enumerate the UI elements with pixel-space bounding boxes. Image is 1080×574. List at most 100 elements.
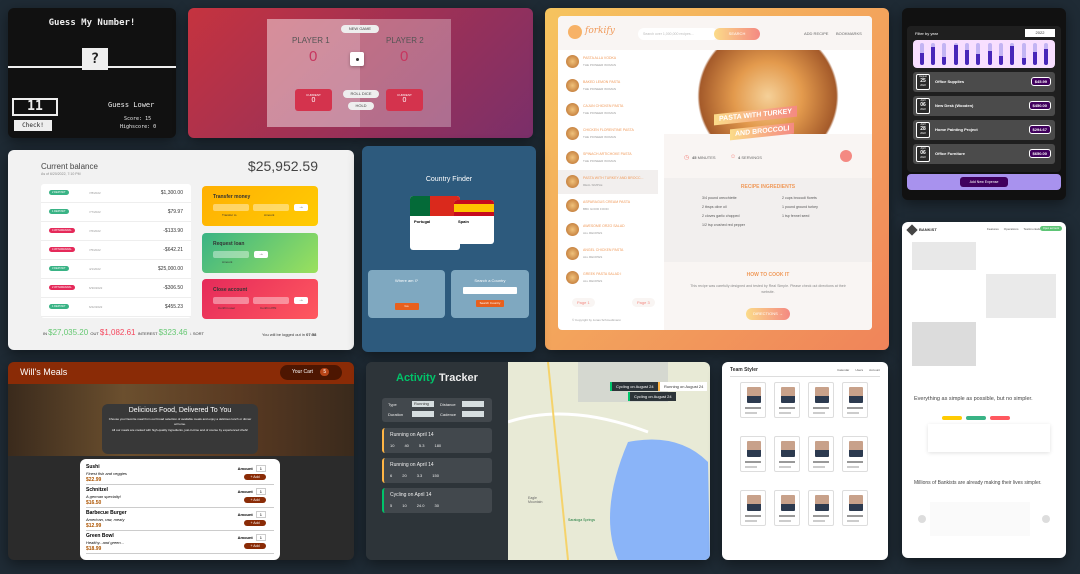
movement-date: 4/1/2022 (89, 267, 101, 271)
workout-card[interactable]: Running on April 14 10 40 5.3 180 (382, 428, 492, 453)
add-button[interactable]: + Add (244, 543, 266, 549)
member-card[interactable] (842, 436, 868, 472)
hero-summary: Delicious Food, Delivered To You Choose … (102, 404, 258, 454)
member-card[interactable] (774, 490, 800, 526)
roll-dice-button[interactable]: ROLL DICE (343, 90, 379, 98)
team-grid (740, 382, 870, 544)
year-select[interactable]: 2022 (1025, 29, 1055, 37)
transfer-button[interactable]: → (294, 204, 308, 211)
nav-link[interactable]: Testimonials (1023, 227, 1040, 231)
member-card[interactable] (808, 490, 834, 526)
member-card[interactable] (740, 382, 766, 418)
member-name-line (745, 461, 761, 463)
distance-input[interactable] (462, 401, 484, 407)
nav-link[interactable]: Operations (1004, 227, 1019, 231)
workout-stat-km: 5 (390, 503, 393, 508)
workout-stats: 6 20 3.3 150 (390, 473, 439, 478)
slider-left-icon[interactable] (918, 515, 926, 523)
member-card[interactable] (808, 436, 834, 472)
slider-right-icon[interactable] (1042, 515, 1050, 523)
expenses-panel: Filter by year 2022 August 25 2022 Office S… (907, 26, 1061, 172)
workout-stat-km: 10 (390, 443, 395, 448)
member-card[interactable] (774, 382, 800, 418)
member-card[interactable] (740, 436, 766, 472)
result-item[interactable]: PASTA ALLA VODKA THE PIONEER WOMAN (558, 50, 658, 74)
result-item[interactable]: ANGEL CHICKEN PASTA ALL RECIPES (558, 242, 658, 266)
result-item[interactable]: SPINACH ARTICHOKE PASTA THE PIONEER WOMAN (558, 146, 658, 170)
add-recipe-button[interactable]: ADD RECIPE (804, 31, 828, 36)
amount-input[interactable]: 1 (255, 534, 266, 541)
close-user-input[interactable] (213, 297, 249, 304)
team-nav-link[interactable]: Users (855, 368, 863, 372)
result-publisher: BBC GOOD FOOD (583, 207, 609, 211)
road (507, 412, 649, 434)
search-country-button[interactable]: Search Country (476, 300, 504, 307)
open-account-button[interactable]: Open account (1039, 226, 1062, 231)
result-publisher: ALL RECIPES (583, 279, 603, 283)
loan-button[interactable]: → (254, 251, 268, 258)
amount-input[interactable]: 1 (255, 511, 266, 518)
result-item[interactable]: PASTA WITH TURKEY AND BROCC... REAL SIMPL… (558, 170, 658, 194)
member-card[interactable] (740, 490, 766, 526)
new-game-button[interactable]: NEW GAME (341, 25, 379, 33)
loan-amount-input[interactable] (213, 251, 249, 258)
country-input[interactable] (463, 287, 517, 294)
page-prev-button[interactable]: Page 1 (572, 298, 595, 307)
member-card[interactable] (774, 436, 800, 472)
member-name-line (745, 407, 761, 409)
transfer-amount-input[interactable] (253, 204, 289, 211)
balance-label: Current balance (41, 162, 98, 171)
close-pin-input[interactable] (253, 297, 289, 304)
result-item[interactable]: CHICKEN FLORENTINE PASTA THE PIONEER WOMA… (558, 122, 658, 146)
search-button[interactable]: SEARCH (714, 28, 760, 40)
member-card[interactable] (842, 382, 868, 418)
type-select[interactable]: Running (412, 401, 434, 407)
add-button[interactable]: + Add (244, 520, 266, 526)
date-year: 2022 (920, 132, 926, 135)
check-button[interactable]: Check! (14, 120, 52, 131)
workout-card[interactable]: Cycling on April 14 5 10 24.0 30 (382, 488, 492, 513)
logout-timer: You will be logged out in 07:58 (262, 332, 316, 337)
team-nav-link[interactable]: Calendar (837, 368, 849, 372)
add-expense-button[interactable]: Add New Expense (960, 177, 1008, 187)
member-card[interactable] (842, 490, 868, 526)
result-item[interactable]: BAKED LEMON PASTA THE PIONEER WOMAN (558, 74, 658, 98)
search-input[interactable]: Search over 1,000,000 recipes... (638, 28, 718, 40)
workout-card[interactable]: Running on April 14 6 20 3.3 150 (382, 458, 492, 483)
page-next-button[interactable]: Page 3 (632, 298, 655, 307)
cart-button[interactable]: Your Cart 5 (280, 365, 342, 380)
member-card[interactable] (808, 382, 834, 418)
cadence-input[interactable] (462, 411, 484, 417)
team-nav-link[interactable]: Account (869, 368, 880, 372)
directions-button[interactable]: DIRECTIONS → (746, 308, 790, 320)
nav-link[interactable]: Features (987, 227, 999, 231)
transfer-to-input[interactable] (213, 204, 249, 211)
hold-button[interactable]: HOLD (348, 102, 374, 110)
amount-input[interactable]: 1 (255, 465, 266, 472)
workout-stat-spm: 180 (434, 443, 442, 448)
map[interactable]: Cycling on August 24 Running on August 2… (507, 362, 710, 560)
duration-input[interactable] (412, 411, 434, 417)
tab-1[interactable] (942, 416, 962, 420)
team-section (740, 382, 870, 418)
tab-3[interactable] (990, 416, 1010, 420)
where-button[interactable]: Go (394, 303, 419, 310)
member-name-line (779, 461, 795, 463)
bookmarks-button[interactable]: BOOKMARKS (836, 31, 862, 36)
meal-item: Sushi Finest fish and veggies $22.99 Amount… (86, 462, 274, 485)
meals-title: Will's Meals (20, 367, 68, 377)
amount-input[interactable]: 1 (255, 488, 266, 495)
result-item[interactable]: GREEK PASTA SALAD I ALL RECIPES (558, 266, 658, 290)
result-item[interactable]: AWESOME ORZO SALAD ALL RECIPES (558, 218, 658, 242)
result-item[interactable]: ASPARAGUS CREAM PASTA BBC GOOD FOOD (558, 194, 658, 218)
close-button[interactable]: → (294, 297, 308, 304)
result-item[interactable]: CAJUN CHICKEN PASTA THE PIONEER WOMAN (558, 98, 658, 122)
add-button[interactable]: + Add (244, 474, 266, 480)
tab-2[interactable] (966, 416, 986, 420)
bookmark-button[interactable] (840, 150, 852, 162)
add-button[interactable]: + Add (244, 497, 266, 503)
minutes: 45 MINUTES (692, 155, 716, 160)
duration-label: Duration (388, 412, 404, 417)
guess-input[interactable]: 11 (12, 98, 58, 116)
sort-button[interactable]: ↓ SORT (190, 331, 204, 336)
